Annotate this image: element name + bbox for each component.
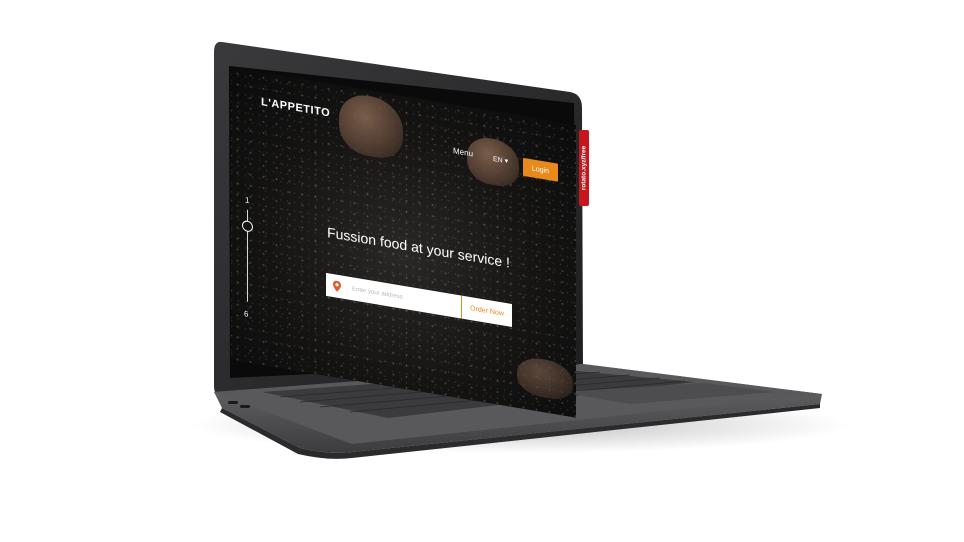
map-pin-icon: [326, 273, 348, 300]
slide-pager-current: 1: [245, 195, 250, 206]
brand-tag-label: rotato.xyz/free: [580, 145, 588, 191]
laptop-mockup: L'APPETITO Menu EN ▾ Login 1 6 Fussion f…: [0, 0, 964, 542]
slide-pager-total: 6: [244, 309, 249, 319]
rotato-brand-tag[interactable]: rotato.xyz/free: [579, 130, 589, 206]
website-screen: L'APPETITO Menu EN ▾ Login 1 6 Fussion f…: [231, 67, 576, 418]
